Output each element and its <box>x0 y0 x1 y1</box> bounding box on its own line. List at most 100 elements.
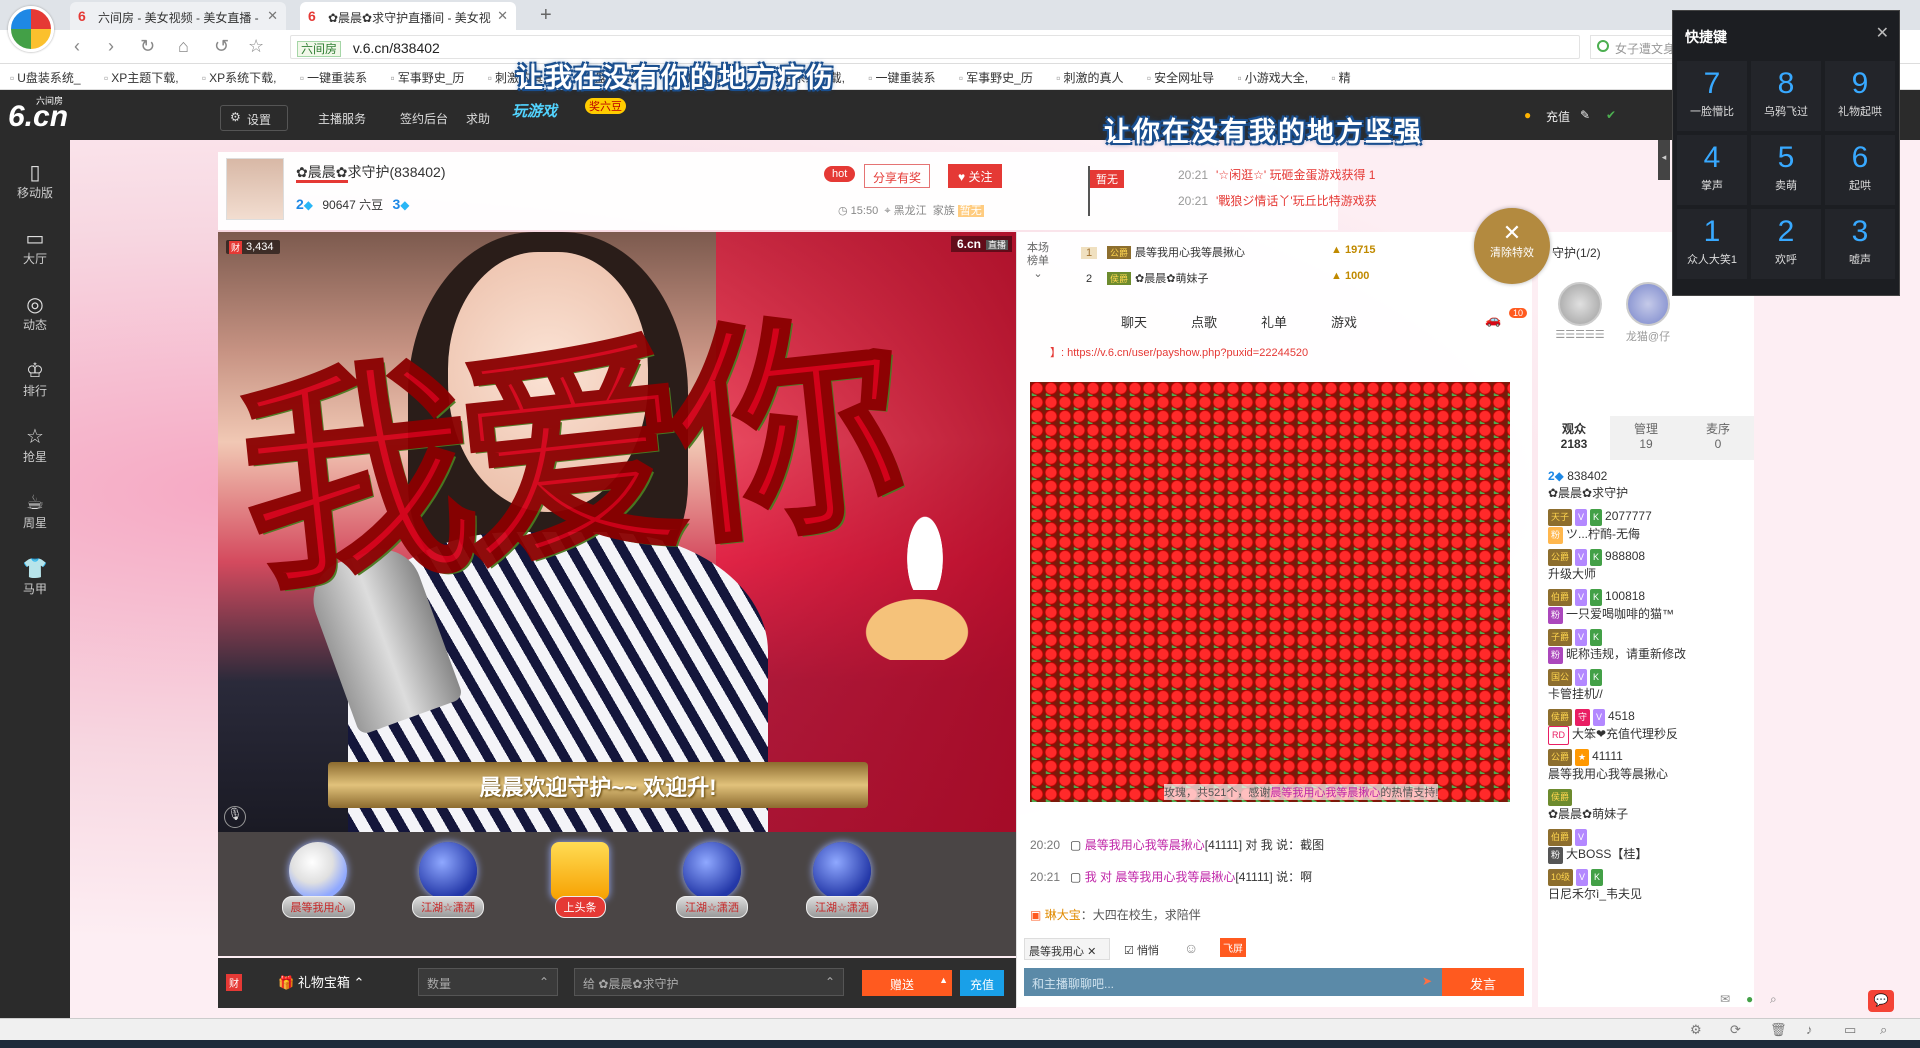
anchor-avatar[interactable] <box>226 158 284 220</box>
bookmark-item[interactable]: 军事野史_历 <box>959 69 1033 86</box>
audience-item[interactable]: 10级 V K 日尼禾尔ì_韦夫见 <box>1548 868 1748 903</box>
bookmark-item[interactable]: 一键重装系 <box>300 69 367 86</box>
sidebar-item-rank[interactable]: ♔ 排行 <box>0 348 70 408</box>
rank-row[interactable]: 1 公爵 晨等我用心我等晨揪心 ▲ 19715 <box>1081 244 1376 270</box>
zoom-icon[interactable]: ⌕ <box>1770 992 1777 1007</box>
share-button[interactable]: 分享有奖 <box>864 164 931 188</box>
speak-button[interactable]: 发言 <box>1442 968 1524 996</box>
shortcut-key[interactable]: 4 掌声 <box>1677 135 1747 205</box>
audience-item[interactable]: 天子 V K 2077777 粉ツ...柠鸸-无侮 <box>1548 508 1748 544</box>
chat-user[interactable]: 我 对 晨等我用心我等晨揪心 <box>1085 870 1236 884</box>
sidebar-item-weekly-star[interactable]: ☕ 周星 <box>0 480 70 540</box>
sidebar-item-hall[interactable]: ▭ 大厅 <box>0 216 70 276</box>
shortcut-key[interactable]: 8 乌鸦飞过 <box>1751 61 1821 131</box>
bookmark-item[interactable]: 一键重装系 <box>868 69 936 86</box>
gift-quantity-input[interactable]: 数量 ⌃ <box>418 968 558 996</box>
audience-item[interactable]: 公爵 ★ 41111 晨等我用心我等晨揪心 <box>1548 748 1748 783</box>
tab-mic-queue[interactable]: 麦序 0 <box>1682 416 1754 460</box>
bookmark-item[interactable]: 小游戏大全, <box>1237 69 1308 86</box>
new-tab-icon[interactable]: + <box>540 4 552 27</box>
audience-item[interactable]: 子爵 V K 粉昵称违规，请重新修改 <box>1548 628 1748 664</box>
home-icon[interactable]: ⌂ <box>178 36 189 57</box>
back-icon[interactable]: ‹ <box>74 36 80 57</box>
close-tab-icon[interactable]: ✕ <box>497 8 508 24</box>
sidebar-item-vest[interactable]: 👕 马甲 <box>0 546 70 606</box>
whisper-checkbox[interactable]: ☑ 悄悄 <box>1124 942 1159 958</box>
undo-icon[interactable]: ↺ <box>214 36 229 57</box>
close-icon[interactable]: ✕ <box>1876 23 1889 43</box>
url-input[interactable]: 六间房 v.6.cn/838402 <box>290 35 1580 59</box>
sidebar-item-mobile[interactable]: ▯ 移动版 <box>0 150 70 210</box>
gift-box-button[interactable]: 🎁 礼物宝箱 ⌃ <box>278 972 364 991</box>
play-game-link[interactable]: 玩游戏 <box>512 100 557 121</box>
gift-item[interactable]: 晨等我用心 <box>270 842 366 942</box>
gift-recipient-select[interactable]: 给 ✿晨晨✿求守护 ⌃ <box>574 968 844 996</box>
tab-admins[interactable]: 管理 19 <box>1610 416 1682 460</box>
chat-link-message[interactable]: 】: https://v.6.cn/user/payshow.php?puxid… <box>1050 344 1308 360</box>
rank-row[interactable]: 2 侯爵 ✿晨晨✿萌妹子 ▲ 1000 <box>1081 270 1369 296</box>
tab-gift-list[interactable]: 礼单 <box>1261 312 1287 331</box>
close-icon[interactable]: ✕ <box>1087 946 1096 958</box>
announce-user[interactable]: 琳大宝 <box>1045 908 1081 922</box>
rank-tab[interactable]: 本场榜单 ⌄ <box>1023 242 1053 281</box>
nav-sign-backend[interactable]: 签约后台 <box>400 110 448 127</box>
news-item[interactable]: 20:21 '戰狼ジ情话丫'玩丘比特游戏获 <box>1178 192 1377 209</box>
shortcut-key[interactable]: 3 嘘声 <box>1825 209 1895 279</box>
browser-logo-icon[interactable] <box>8 6 54 52</box>
audience-item[interactable]: 国公 V K 卡管挂机// <box>1548 668 1748 703</box>
edit-icon[interactable]: ✎ <box>1580 108 1590 122</box>
bookmark-star-icon[interactable]: ☆ <box>248 36 264 57</box>
gift-item[interactable]: 江湖☆潇洒 <box>400 842 496 942</box>
dropdown-arrow-icon[interactable]: ▲ <box>939 975 948 985</box>
nav-anchor-service[interactable]: 主播服务 <box>318 110 366 127</box>
audience-item[interactable]: 公爵 V K 988808 升级大师 <box>1548 548 1748 583</box>
chat-bubble-icon[interactable]: 💬 <box>1868 990 1894 1012</box>
news-item[interactable]: 20:21 '☆闲逛☆' 玩砸金蛋游戏获得 1 <box>1178 166 1375 183</box>
thanks-user[interactable]: 晨等我用心我等晨揪心 <box>1270 787 1380 799</box>
shortcut-key[interactable]: 6 起哄 <box>1825 135 1895 205</box>
audience-item[interactable]: 侯爵守 V 4518 RD 大笨❤充值代理秒反 <box>1548 708 1748 745</box>
gift-item-headline[interactable]: 上头条 <box>532 842 628 942</box>
shortcut-key[interactable]: 7 一脸懵比 <box>1677 61 1747 131</box>
header-recharge-link[interactable]: 充值 <box>1546 108 1570 125</box>
emoji-icon[interactable]: ☺ <box>1184 940 1198 956</box>
bookmark-item[interactable]: XP系统下载, <box>202 69 276 86</box>
mic-icon[interactable]: 🎙 <box>224 806 246 828</box>
tab-audience[interactable]: 观众 2183 <box>1538 416 1610 460</box>
shortcut-key[interactable]: 9 礼物起哄 <box>1825 61 1895 131</box>
bookmark-item[interactable]: U盘装系统_ <box>10 69 80 86</box>
refresh-icon[interactable]: ↻ <box>140 36 155 57</box>
gift-item[interactable]: 江湖☆潇洒 <box>664 842 760 942</box>
bookmark-item[interactable]: 刺激的真人 <box>1056 69 1123 86</box>
guard-avatar[interactable]: ☰☰☰☰☰ <box>1550 282 1610 341</box>
bookmark-item[interactable]: 安全网址导 <box>1147 69 1214 86</box>
shortcut-key[interactable]: 5 卖萌 <box>1751 135 1821 205</box>
audience-item[interactable]: 侯爵 ✿晨晨✿萌妹子 <box>1548 788 1748 823</box>
send-gift-button[interactable]: 赠送 ▲ <box>862 970 952 996</box>
check-icon[interactable]: ● <box>1746 992 1753 1006</box>
shortcut-key[interactable]: 2 欢呼 <box>1751 209 1821 279</box>
sidebar-item-star[interactable]: ☆ 抢星 <box>0 414 70 474</box>
search-icon[interactable]: ⌕ <box>1880 1022 1887 1038</box>
settings-button[interactable]: 设置 <box>220 105 288 131</box>
status-icon[interactable]: ⚙ <box>1690 1022 1702 1038</box>
shortcut-key[interactable]: 1 众人大笑1 <box>1677 209 1747 279</box>
volume-icon[interactable]: ♪ <box>1806 1022 1813 1037</box>
fly-screen-icon[interactable]: 飞屏 <box>1220 938 1246 957</box>
family-badge[interactable]: 暂无 <box>957 205 984 217</box>
sidebar-item-feed[interactable]: ◎ 动态 <box>0 282 70 342</box>
tab-game[interactable]: 游戏 <box>1331 312 1357 331</box>
browser-tab-2[interactable]: 6 ✿晨晨✿求守护直播间 - 美女视 ✕ <box>300 2 516 30</box>
close-tab-icon[interactable]: ✕ <box>267 8 278 24</box>
window-icon[interactable]: ▭ <box>1844 1022 1856 1038</box>
clear-effects-button[interactable]: ✕ 清除特效 <box>1474 208 1550 284</box>
status-icon[interactable]: ⟳ <box>1730 1022 1741 1038</box>
audience-item[interactable]: 2◆ 838402 ✿晨晨✿求守护 <box>1548 468 1748 502</box>
tab-chat[interactable]: 聊天 <box>1121 312 1147 331</box>
browser-tab-1[interactable]: 6 六间房 - 美女视频 - 美女直播 - ✕ <box>70 2 286 30</box>
chat-target-select[interactable]: 晨等我用心 ✕ <box>1024 938 1110 960</box>
chat-user[interactable]: 晨等我用心我等晨揪心 <box>1085 838 1205 852</box>
audience-item[interactable]: 伯爵 V K 100818 粉一只爱喝咖啡的猫™ <box>1548 588 1748 624</box>
follow-button[interactable]: ♥ 关注 <box>948 164 1003 188</box>
tab-song[interactable]: 点歌 <box>1191 312 1217 331</box>
